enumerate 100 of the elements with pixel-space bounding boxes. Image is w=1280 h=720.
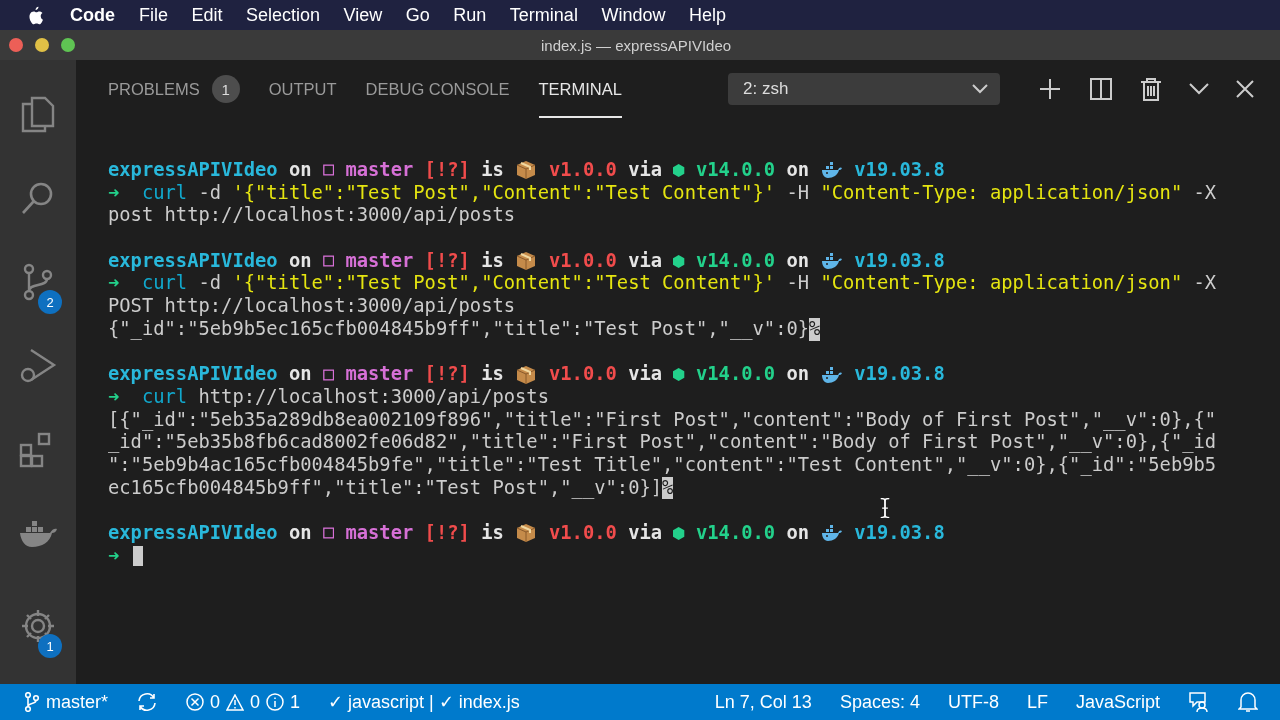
package-box-icon — [516, 160, 537, 181]
menu-item[interactable]: Help — [688, 4, 726, 26]
terminal-text: [{"_id":"5eb35a289db8ea002109f896","title":"First Post","content":"Body of First Post","__v":0},{" — [108, 408, 1217, 432]
prompt-node-version: v14.0.0 — [695, 522, 776, 545]
end-of-line-mark: % — [809, 317, 821, 341]
prompt-word: via — [627, 522, 664, 545]
menu-item[interactable]: Go — [405, 4, 430, 26]
prompt-docker-version: v19.03.8 — [853, 159, 945, 182]
branch-symbol-icon — [322, 526, 335, 541]
feedback-icon[interactable] — [1188, 691, 1210, 713]
prompt-word: on — [785, 159, 811, 182]
window-title: index.js — expressAPIVIdeo — [541, 36, 732, 54]
docker-whale-icon — [18, 519, 58, 549]
new-terminal-icon[interactable] — [1038, 77, 1062, 101]
prompt-docker-version: v19.03.8 — [853, 249, 945, 273]
status-item[interactable]: UTF-8 — [947, 691, 999, 713]
terminal-dropdown[interactable]: 2: zsh — [728, 73, 1000, 105]
prompt-directory: expressAPIVIdeo — [108, 159, 278, 182]
sync-icon[interactable] — [136, 692, 158, 712]
menu-item[interactable]: Run — [453, 4, 487, 26]
prompt-arrow: ➜ — [108, 385, 120, 409]
prompt-branch: master — [345, 522, 414, 545]
close-icon[interactable] — [1236, 80, 1254, 98]
branch-status-item[interactable]: master* — [24, 691, 108, 713]
prompt-version: v1.0.0 — [547, 159, 617, 182]
close-window-button[interactable] — [9, 38, 23, 52]
terminal-text: post http://localhost:3000/api/posts — [108, 204, 516, 228]
status-item[interactable]: JavaScript — [1075, 691, 1160, 713]
minimize-window-button[interactable] — [35, 38, 49, 52]
menu-item[interactable]: Window — [601, 4, 666, 26]
prompt-word: on — [785, 522, 811, 545]
prompt-word: on — [785, 363, 811, 386]
branch-symbol-icon — [322, 367, 335, 382]
panel-tab[interactable]: DEBUG CONSOLE — [365, 60, 510, 118]
panel-tab[interactable]: PROBLEMS 1 — [108, 60, 240, 118]
error-icon — [186, 693, 204, 711]
mouse-cursor-icon — [880, 498, 890, 518]
chevron-down-icon — [972, 84, 988, 94]
hexagon-icon — [673, 161, 685, 179]
package-box-icon — [516, 251, 537, 272]
command-string: '{"title":"Test Post","Content":"Test Content"}' — [232, 272, 776, 296]
problems-status-item[interactable]: 0 0 1 — [186, 691, 301, 713]
menu-item[interactable]: Selection — [246, 4, 321, 26]
prompt-node-version: v14.0.0 — [695, 159, 776, 182]
command-string: "Content-Type: application/json" — [820, 181, 1183, 205]
manage-item[interactable]: 1 — [0, 584, 76, 668]
package-box-icon — [516, 364, 537, 385]
prompt-status: [!?] — [423, 522, 470, 545]
branch-symbol-icon — [322, 254, 335, 269]
command-string: '{"title":"Test Post","Content":"Test Content"}' — [232, 181, 776, 205]
terminal-text: POST http://localhost:3000/api/posts — [108, 295, 516, 318]
prompt-word: on — [287, 363, 313, 386]
bell-icon[interactable] — [1238, 691, 1258, 713]
prompt-status: [!?] — [423, 249, 470, 273]
menu-item[interactable]: File — [139, 4, 168, 26]
command-name: curl — [140, 272, 188, 296]
status-item[interactable]: LF — [1026, 691, 1048, 713]
prompt-arrow: ➜ — [108, 272, 120, 296]
whale-icon — [820, 365, 843, 384]
panel-tab[interactable]: TERMINAL — [538, 60, 622, 118]
prompt-directory: expressAPIVIdeo — [108, 522, 278, 545]
prompt-status: [!?] — [423, 363, 470, 386]
branch-symbol-icon — [322, 163, 335, 178]
menu-item[interactable]: Edit — [191, 4, 223, 26]
terminal-text: -H — [785, 272, 811, 296]
prompt-word: via — [627, 363, 664, 386]
zoom-window-button[interactable] — [61, 38, 75, 52]
activity-item[interactable]: 2 — [0, 240, 76, 324]
command-name: curl — [140, 181, 188, 205]
panel-tab[interactable]: OUTPUT — [268, 60, 337, 118]
prompt-word: is — [480, 249, 505, 273]
prompt-docker-version: v19.03.8 — [853, 522, 945, 545]
terminal-text: -X — [1192, 272, 1217, 296]
linter-status[interactable]: ✓ javascript | ✓ index.js — [328, 691, 520, 713]
prompt-version: v1.0.0 — [547, 249, 617, 273]
terminal-text: -d — [197, 181, 223, 205]
hexagon-icon — [673, 252, 685, 270]
prompt-node-version: v14.0.0 — [695, 363, 776, 386]
prompt-directory: expressAPIVIdeo — [108, 363, 278, 386]
notification-badge: 2 — [38, 290, 62, 314]
prompt-version: v1.0.0 — [547, 522, 617, 545]
chevron-down-icon[interactable] — [1189, 83, 1209, 95]
status-item[interactable]: Spaces: 4 — [839, 691, 920, 713]
status-item[interactable]: Ln 7, Col 13 — [714, 691, 812, 713]
whale-icon — [820, 252, 843, 271]
prompt-word: on — [287, 249, 313, 273]
info-icon — [266, 693, 285, 711]
split-terminal-icon[interactable] — [1089, 77, 1113, 101]
terminal-text: ":"5eb9b4ac165cfb004845b9fe","title":"Test Title","content":"Test Content","__v":0},{"_id":"5eb9b5 — [108, 453, 1217, 477]
prompt-word: is — [480, 522, 505, 545]
warning-icon — [226, 693, 245, 711]
count-badge: 1 — [211, 75, 240, 103]
prompt-node-version: v14.0.0 — [695, 249, 776, 273]
end-of-line-mark: % — [662, 476, 674, 500]
menu-item[interactable]: View — [343, 4, 383, 26]
trash-icon[interactable] — [1140, 77, 1162, 101]
menu-app-name[interactable]: Code — [70, 4, 115, 26]
prompt-branch: master — [345, 249, 414, 273]
menu-item[interactable]: Terminal — [509, 4, 578, 26]
whale-icon — [820, 161, 843, 180]
